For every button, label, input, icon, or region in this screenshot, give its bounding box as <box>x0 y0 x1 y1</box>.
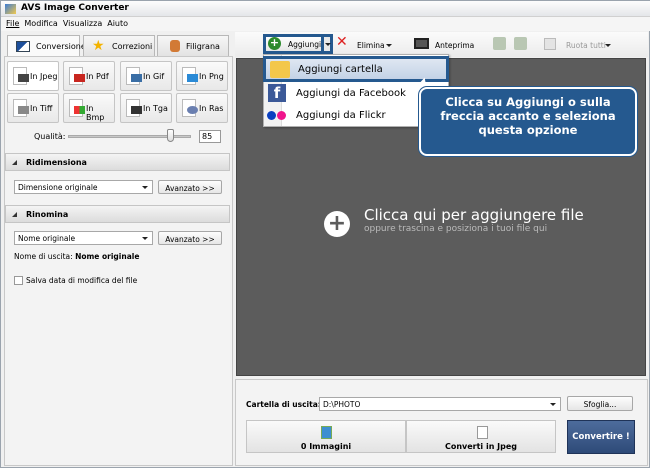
step-convert-format[interactable]: Converti in Jpeg <box>406 420 556 453</box>
add-button[interactable]: + Aggiungi <box>263 34 321 54</box>
format-ras-button[interactable]: In Ras <box>176 93 228 123</box>
output-name: Nome di uscita: Nome originale <box>14 252 140 261</box>
flickr-icon <box>267 111 276 120</box>
convert-button[interactable]: Convertire ! <box>567 420 635 454</box>
quality-slider-thumb[interactable] <box>167 129 174 142</box>
app-icon <box>5 4 16 14</box>
tab-correzioni[interactable]: ★ Correzioni <box>83 35 155 56</box>
format-png-button[interactable]: In Png <box>176 61 228 91</box>
bmp-icon <box>69 99 85 117</box>
window-title: AVS Image Converter <box>21 3 129 13</box>
facebook-icon: f <box>268 84 286 102</box>
title-bar: AVS Image Converter <box>1 1 650 17</box>
rename-advanced-button[interactable]: Avanzato >> <box>158 231 222 245</box>
dropzone-subtitle: oppure trascina e posiziona i tuoi file … <box>364 224 548 234</box>
rename-select[interactable]: Nome originale <box>14 231 153 245</box>
menu-modifica[interactable]: Modifica <box>24 17 57 28</box>
tab-filigrana[interactable]: Filigrana <box>157 35 229 56</box>
delete-dropdown-arrow[interactable] <box>386 44 392 47</box>
rotate-right-icon <box>514 37 527 50</box>
save-date-label: Salva data di modifica del file <box>26 276 138 285</box>
rotate-left-icon <box>493 37 506 50</box>
format-bmp-button[interactable]: In Bmp <box>63 93 115 123</box>
plus-icon: + <box>268 36 281 50</box>
jpeg-icon <box>13 67 29 85</box>
quality-label: Qualità: <box>34 132 66 141</box>
tooltip-callout: Clicca su Aggiungi o sulla freccia accan… <box>419 87 637 156</box>
add-file-icon: + <box>324 211 350 237</box>
format-tiff-button[interactable]: In Tiff <box>7 93 59 123</box>
delete-icon[interactable]: ✕ <box>336 34 348 50</box>
format-gif-button[interactable]: In Gif <box>120 61 172 91</box>
tga-icon <box>126 99 142 117</box>
step-images[interactable]: 0 Immagini <box>246 420 406 453</box>
add-dropdown-arrow[interactable] <box>321 34 333 54</box>
images-icon <box>321 426 332 439</box>
dropzone-title: Clicca qui per aggiungere file <box>364 206 584 224</box>
delete-button[interactable]: Elimina <box>357 41 385 50</box>
resize-select[interactable]: Dimensione originale <box>14 180 153 194</box>
preview-icon <box>414 38 429 49</box>
app-window: AVS Image Converter File Modifica Visualiz… <box>0 0 650 468</box>
quality-input[interactable]: 85 <box>199 130 221 143</box>
tiff-icon <box>13 99 29 117</box>
star-icon: ★ <box>92 38 105 54</box>
browse-button[interactable]: Sfoglia... <box>567 396 633 411</box>
resize-section-header[interactable]: Ridimensiona <box>5 153 230 171</box>
output-folder-label: Cartella di uscita: <box>246 400 321 409</box>
rename-section-header[interactable]: Rinomina <box>5 205 230 223</box>
png-icon <box>182 67 198 85</box>
format-pdf-button[interactable]: In Pdf <box>63 61 115 91</box>
menu-bar: File Modifica Visualizza Aiuto <box>1 17 650 31</box>
stamp-icon <box>170 40 180 52</box>
preview-button[interactable]: Anteprima <box>435 41 474 50</box>
pdf-icon <box>69 67 85 85</box>
rotate-all-button[interactable]: Ruota tutti <box>566 41 606 50</box>
tab-conversione[interactable]: Conversione <box>7 35 86 57</box>
gif-icon <box>126 67 142 85</box>
menu-file[interactable]: File <box>6 17 19 28</box>
resize-advanced-button[interactable]: Avanzato >> <box>158 180 222 194</box>
menu-visualizza[interactable]: Visualizza <box>63 17 102 28</box>
conversion-icon <box>16 41 30 52</box>
menu-aiuto[interactable]: Aiuto <box>107 17 128 28</box>
camera-icon <box>477 426 488 439</box>
ras-icon <box>182 99 198 117</box>
save-date-checkbox[interactable] <box>14 276 23 285</box>
output-folder-input[interactable]: D:\PHOTO <box>319 397 561 411</box>
rotate-all-dropdown-arrow[interactable] <box>605 44 611 47</box>
rotate-all-icon <box>544 38 556 50</box>
format-tga-button[interactable]: In Tga <box>120 93 172 123</box>
format-jpeg-button[interactable]: In Jpeg <box>7 61 59 91</box>
folder-add-icon <box>270 61 290 78</box>
